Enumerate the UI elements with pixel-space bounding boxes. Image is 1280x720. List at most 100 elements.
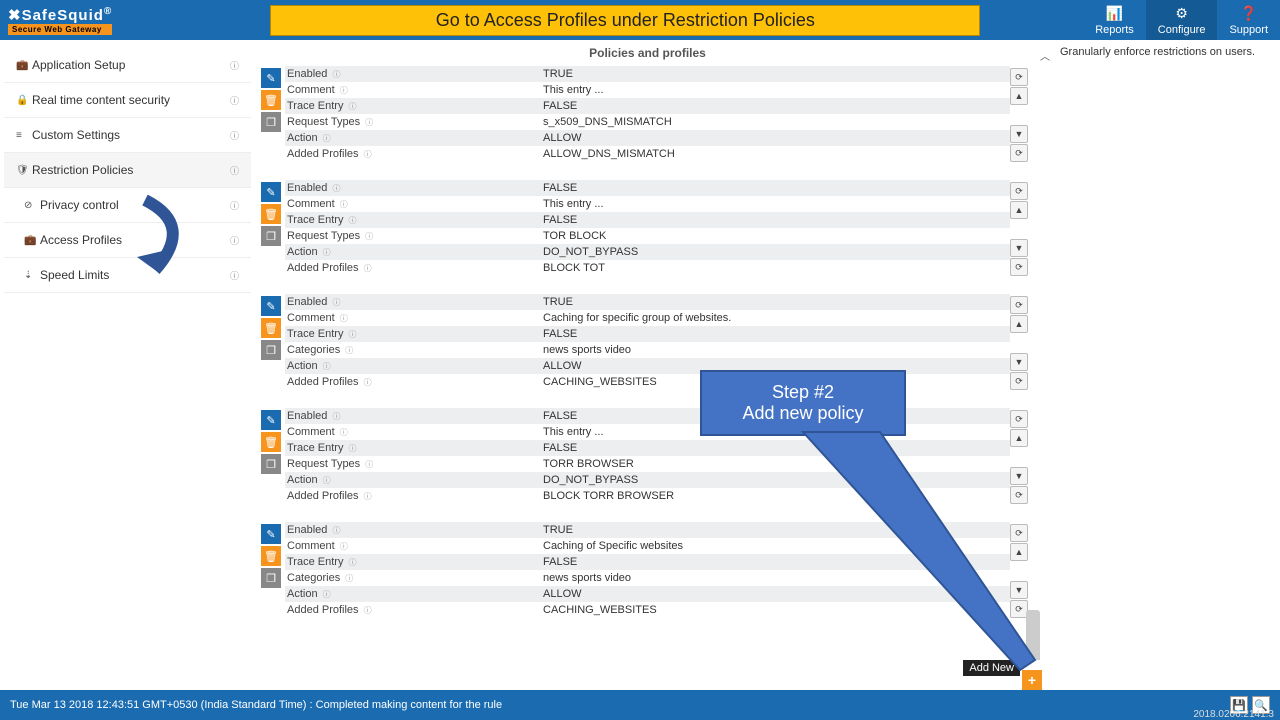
edit-icon[interactable]: ✎: [261, 524, 281, 544]
info-icon: ⓘ: [323, 476, 331, 485]
row-key: Comment ⓘ: [285, 312, 543, 324]
sidebar-item-label: Access Profiles: [40, 233, 227, 247]
delete-icon[interactable]: 🗑: [261, 204, 281, 224]
move-down-icon[interactable]: ▼: [1010, 467, 1028, 485]
sidebar-item-real-time-content-security[interactable]: 🔒Real time content securityⓘ: [4, 83, 251, 118]
chevron-up-icon[interactable]: ︿: [1040, 48, 1050, 63]
sidebar-item-custom-settings[interactable]: ≡Custom Settingsⓘ: [4, 118, 251, 153]
row-value: s_x509_DNS_MISMATCH: [543, 116, 1010, 128]
refresh-icon[interactable]: ⟳: [1010, 68, 1028, 86]
row-value: BLOCK TORR BROWSER: [543, 490, 1010, 502]
policy-row: Comment ⓘThis entry ...: [285, 82, 1010, 98]
row-key: Trace Entry ⓘ: [285, 556, 543, 568]
move-up-icon[interactable]: ▲: [1010, 429, 1028, 447]
move-up-icon[interactable]: ▲: [1010, 201, 1028, 219]
move-down-icon[interactable]: ▼: [1010, 125, 1028, 143]
row-key: Enabled ⓘ: [285, 296, 543, 308]
row-value: ALLOW: [543, 132, 1010, 144]
row-value: This entry ...: [543, 198, 1010, 210]
nav-reports[interactable]: 📊Reports: [1083, 0, 1146, 40]
refresh-icon[interactable]: ⟳: [1010, 372, 1028, 390]
refresh-icon[interactable]: ⟳: [1010, 410, 1028, 428]
row-key: Action ⓘ: [285, 474, 543, 486]
clone-icon[interactable]: ❐: [261, 568, 281, 588]
row-key: Trace Entry ⓘ: [285, 100, 543, 112]
row-value: TRUE: [543, 524, 1010, 536]
info-icon: ⓘ: [323, 590, 331, 599]
move-up-icon[interactable]: ▲: [1010, 87, 1028, 105]
edit-icon[interactable]: ✎: [261, 296, 281, 316]
row-value: FALSE: [543, 100, 1010, 112]
refresh-icon[interactable]: ⟳: [1010, 182, 1028, 200]
row-key: Added Profiles ⓘ: [285, 604, 543, 616]
row-value: CACHING_WEBSITES: [543, 376, 1010, 388]
info-icon: ⓘ: [364, 264, 372, 273]
nav-configure[interactable]: ⚙Configure: [1146, 0, 1218, 40]
move-down-icon[interactable]: ▼: [1010, 239, 1028, 257]
clone-icon[interactable]: ❐: [261, 226, 281, 246]
row-key: Added Profiles ⓘ: [285, 148, 543, 160]
policy-row: Comment ⓘThis entry ...: [285, 196, 1010, 212]
edit-icon[interactable]: ✎: [261, 410, 281, 430]
sidebar-item-application-setup[interactable]: 💼Application Setupⓘ: [4, 48, 251, 83]
row-value: Caching for specific group of websites.: [543, 312, 1010, 324]
row-value: TRUE: [543, 68, 1010, 80]
scrollbar[interactable]: [1026, 610, 1040, 660]
row-key: Request Types ⓘ: [285, 458, 543, 470]
delete-icon[interactable]: 🗑: [261, 432, 281, 452]
move-up-icon[interactable]: ▲: [1010, 315, 1028, 333]
sidebar-item-privacy-control[interactable]: ⊘Privacy controlⓘ: [4, 188, 251, 223]
menu-icon: 💼: [16, 60, 32, 71]
row-key: Trace Entry ⓘ: [285, 328, 543, 340]
row-value: news sports video: [543, 572, 1010, 584]
policy-row: Enabled ⓘFALSE: [285, 180, 1010, 196]
clone-icon[interactable]: ❐: [261, 340, 281, 360]
refresh-icon[interactable]: ⟳: [1010, 486, 1028, 504]
move-down-icon[interactable]: ▼: [1010, 581, 1028, 599]
clone-icon[interactable]: ❐: [261, 454, 281, 474]
clone-icon[interactable]: ❐: [261, 112, 281, 132]
info-icon: ⓘ: [230, 59, 239, 72]
refresh-icon[interactable]: ⟳: [1010, 258, 1028, 276]
row-key: Comment ⓘ: [285, 426, 543, 438]
logo: ✖SafeSquid® Secure Web Gateway: [0, 4, 120, 37]
sidebar-item-label: Restriction Policies: [32, 163, 227, 177]
refresh-icon[interactable]: ⟳: [1010, 524, 1028, 542]
add-button[interactable]: +: [1022, 670, 1042, 690]
info-icon: ⓘ: [345, 346, 353, 355]
delete-icon[interactable]: 🗑: [261, 546, 281, 566]
row-value: ALLOW_DNS_MISMATCH: [543, 148, 1010, 160]
move-down-icon[interactable]: ▼: [1010, 353, 1028, 371]
info-icon: ⓘ: [340, 314, 348, 323]
move-up-icon[interactable]: ▲: [1010, 543, 1028, 561]
policy-row: Request Types ⓘs_x509_DNS_MISMATCH: [285, 114, 1010, 130]
delete-icon[interactable]: 🗑: [261, 90, 281, 110]
row-key: Action ⓘ: [285, 360, 543, 372]
info-icon: ⓘ: [340, 542, 348, 551]
sidebar-item-speed-limits[interactable]: ⇣Speed Limitsⓘ: [4, 258, 251, 293]
info-icon: ⓘ: [332, 184, 340, 193]
row-value: TRUE: [543, 296, 1010, 308]
refresh-icon[interactable]: ⟳: [1010, 296, 1028, 314]
row-key: Enabled ⓘ: [285, 410, 543, 422]
sidebar-item-access-profiles[interactable]: 💼Access Profilesⓘ: [4, 223, 251, 258]
info-icon: ⓘ: [349, 444, 357, 453]
policy-card: ✎🗑❐ Enabled ⓘTRUEComment ⓘCaching for spe…: [261, 294, 1034, 390]
sidebar-item-restriction-policies[interactable]: 🛡Restriction Policiesⓘ: [4, 153, 251, 188]
edit-icon[interactable]: ✎: [261, 68, 281, 88]
status-text: Tue Mar 13 2018 12:43:51 GMT+0530 (India…: [10, 699, 502, 711]
policy-row: Trace Entry ⓘFALSE: [285, 554, 1010, 570]
refresh-icon[interactable]: ⟳: [1010, 144, 1028, 162]
policy-row: Action ⓘALLOW: [285, 130, 1010, 146]
delete-icon[interactable]: 🗑: [261, 318, 281, 338]
row-value: BLOCK TOT: [543, 262, 1010, 274]
nav-support[interactable]: ❓Support: [1217, 0, 1280, 40]
edit-icon[interactable]: ✎: [261, 182, 281, 202]
help-icon: ❓: [1240, 5, 1257, 22]
sidebar-item-label: Custom Settings: [32, 128, 227, 142]
row-key: Enabled ⓘ: [285, 182, 543, 194]
policy-row: Comment ⓘCaching of Specific websites: [285, 538, 1010, 554]
row-value: FALSE: [543, 214, 1010, 226]
policy-row: Action ⓘALLOW: [285, 586, 1010, 602]
right-pane: ︿ Granularly enforce restrictions on use…: [1040, 40, 1280, 660]
